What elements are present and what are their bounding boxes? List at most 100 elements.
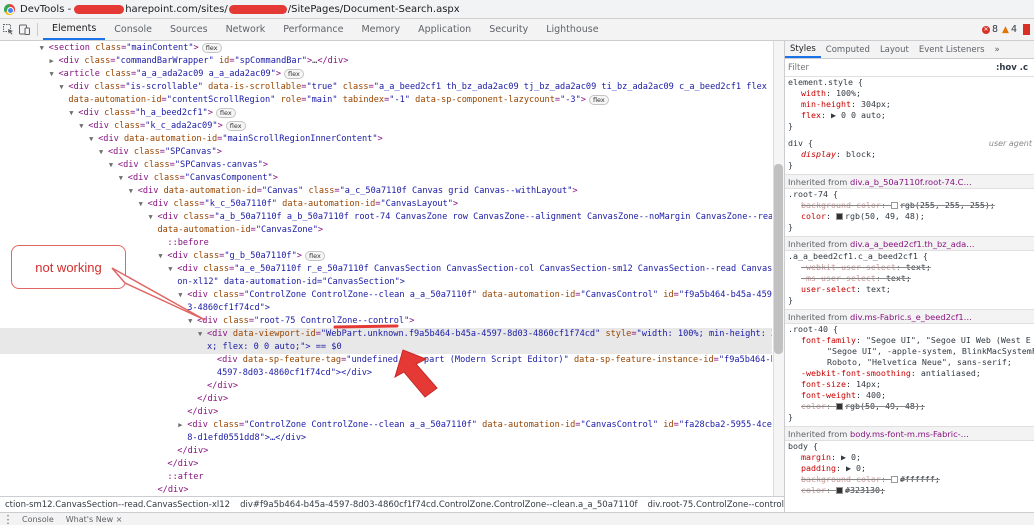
styles-tab-more[interactable]: » — [990, 41, 1005, 58]
dom-node-line[interactable]: ▶ <div class="ControlZone ControlZone--cl… — [0, 419, 772, 432]
styles-tab-layout[interactable]: Layout — [875, 41, 914, 58]
styles-tab-styles[interactable]: Styles — [785, 41, 821, 58]
drawer-tab-whats-new[interactable]: What's New × — [60, 515, 129, 524]
rule-selector[interactable]: .root-40 { — [785, 324, 1034, 335]
dom-node-line[interactable]: 3-4860cf1f74cd"> — [0, 302, 772, 315]
color-swatch[interactable] — [835, 213, 843, 220]
dom-node-line[interactable]: data-automation-id="CanvasZone"> — [0, 224, 772, 237]
dom-node-line[interactable]: </div> — [0, 406, 772, 419]
flex-badge[interactable]: flex — [201, 42, 222, 53]
tab-elements[interactable]: Elements — [43, 19, 106, 40]
color-swatch[interactable] — [835, 487, 843, 494]
expand-toggle-icon[interactable]: ▶ — [178, 419, 187, 432]
breadcrumb-item[interactable]: div#f9a5b464-b45a-4597-8d03-4860cf1f74cd… — [235, 500, 642, 510]
rule-selector[interactable]: .a_a_beed2cf1.c_a_beed2cf1 { — [785, 251, 1034, 262]
dom-node-line[interactable]: </div> — [0, 458, 772, 471]
flex-badge[interactable]: flex — [588, 94, 609, 105]
dom-node-line[interactable]: 8-d1efd0551dd8">…</div> — [0, 432, 772, 445]
style-property[interactable]: color: rgb(50, 49, 48); — [785, 211, 1034, 222]
flex-badge[interactable]: flex — [215, 107, 236, 118]
expand-toggle-icon[interactable]: ▼ — [69, 107, 78, 120]
style-property[interactable]: font-size: 14px; — [785, 379, 1034, 390]
inherited-selector-link[interactable]: div.a_b_50a7110f.root-74.C… — [850, 177, 972, 187]
style-property[interactable]: min-height: 304px; — [785, 99, 1034, 110]
styles-filter-input[interactable] — [785, 62, 996, 73]
selected-dom-node[interactable]: x; flex: 0 0 auto;"> == $0 — [0, 341, 772, 354]
tab-memory[interactable]: Memory — [352, 19, 409, 40]
tab-application[interactable]: Application — [409, 19, 480, 40]
style-property[interactable]: background-color: rgb(255, 255, 255); — [785, 200, 1034, 211]
selected-dom-node[interactable]: ▼ <div data-viewport-id="WebPart.unknown.… — [0, 328, 772, 341]
style-property[interactable]: background-color: #ffffff; — [785, 474, 1034, 485]
breadcrumb-item[interactable]: ction-sm12.CanvasSection--read.CanvasSec… — [0, 500, 235, 510]
style-property[interactable]: margin: ▶ 0; — [785, 452, 1034, 463]
style-property[interactable]: -ms-user-select: text; — [785, 273, 1034, 284]
style-property[interactable]: padding: ▶ 0; — [785, 463, 1034, 474]
rule-selector[interactable]: element.style { — [785, 77, 1034, 88]
style-property[interactable]: color: rgb(50, 49, 48); — [785, 401, 1034, 412]
dom-node-line[interactable]: ▼ <div class="a_b_50a7110f a_b_50a7110f r… — [0, 211, 773, 224]
dom-node-line[interactable]: <div data-sp-feature-tag="undefined web … — [0, 354, 772, 367]
flex-badge[interactable]: flex — [225, 120, 246, 131]
style-property[interactable]: user-select: text; — [785, 284, 1034, 295]
dom-node-line[interactable]: ▼ <div class="CanvasComponent"> — [0, 172, 772, 185]
dom-node-line[interactable]: </div> — [0, 445, 772, 458]
tab-performance[interactable]: Performance — [274, 19, 352, 40]
tab-console[interactable]: Console — [105, 19, 161, 40]
expand-toggle-icon[interactable]: ▼ — [168, 263, 177, 276]
expand-toggle-icon[interactable]: ▼ — [119, 172, 128, 185]
expand-toggle-icon[interactable]: ▼ — [139, 198, 148, 211]
styles-tab-computed[interactable]: Computed — [821, 41, 875, 58]
style-property[interactable]: font-family: "Segoe UI", "Segoe UI Web (… — [785, 335, 1034, 346]
style-property[interactable]: font-weight: 400; — [785, 390, 1034, 401]
dom-node-line[interactable]: ▼ <div data-automation-id="mainScrollRegi… — [0, 133, 772, 146]
style-property[interactable]: color: #323130; — [785, 485, 1034, 496]
dom-node-line[interactable]: ▼ <div class="h_a_beed2cf1"> flex — [0, 107, 772, 120]
dom-node-line[interactable]: </div> — [0, 484, 772, 496]
expand-toggle-icon[interactable]: ▼ — [79, 120, 88, 133]
expand-toggle-icon[interactable]: ▼ — [149, 211, 158, 224]
issue-counters[interactable]: ✕ 8 ▲ 4 — [981, 19, 1034, 40]
style-property[interactable]: display: block; — [785, 149, 1034, 160]
color-swatch[interactable] — [890, 202, 898, 209]
dom-node-line[interactable]: ▼ <div class="SPCanvas"> — [0, 146, 772, 159]
dom-node-line[interactable]: ▼ <div class="root-75 ControlZone--contro… — [0, 315, 772, 328]
style-property[interactable]: width: 100%; — [785, 88, 1034, 99]
expand-toggle-icon[interactable]: ▼ — [89, 133, 98, 146]
expand-toggle-icon[interactable]: ▼ — [188, 315, 197, 328]
tab-network[interactable]: Network — [217, 19, 275, 40]
dom-node-line[interactable]: ▼ <div class="k_c_50a7110f" data-automati… — [0, 198, 772, 211]
inherited-selector-link[interactable]: div.ms-Fabric.s_e_beed2cf1… — [850, 312, 972, 322]
tab-sources[interactable]: Sources — [161, 19, 217, 40]
elements-scrollbar-thumb[interactable] — [774, 164, 783, 354]
hov-toggle[interactable]: :hov .c — [996, 63, 1034, 73]
dom-node-line[interactable]: ▶ <div class="commandBarWrapper" id="spCo… — [0, 55, 772, 68]
dom-node-line[interactable]: ▼ <div class="is-scrollable" data-is-scro… — [0, 81, 772, 94]
inherited-selector-link[interactable]: body.ms-font-m.ms-Fabric-… — [850, 429, 969, 439]
flex-badge[interactable]: flex — [284, 68, 304, 79]
flex-badge[interactable]: flex — [304, 250, 325, 261]
rule-selector[interactable]: body { — [785, 441, 1034, 452]
expand-toggle-icon[interactable]: ▼ — [109, 159, 118, 172]
device-toolbar-icon[interactable] — [16, 19, 32, 40]
drawer-tab-console[interactable]: Console — [16, 515, 60, 524]
style-property[interactable]: -webkit-user-select: text; — [785, 262, 1034, 273]
dom-node-line[interactable]: ▼ <div class="k_c_ada2ac09"> flex — [0, 120, 772, 133]
color-swatch[interactable] — [835, 403, 843, 410]
inherited-selector-link[interactable]: div.a_a_beed2cf1.th_bz_ada… — [850, 239, 975, 249]
dom-node-line[interactable]: ▼ <div data-automation-id="Canvas" class=… — [0, 185, 772, 198]
dom-node-line[interactable]: </div> — [0, 380, 772, 393]
expand-toggle-icon[interactable]: ▼ — [40, 42, 49, 55]
rule-selector[interactable]: user agent div { — [785, 138, 1034, 149]
expand-toggle-icon[interactable]: ▼ — [50, 68, 59, 81]
tab-lighthouse[interactable]: Lighthouse — [537, 19, 607, 40]
dom-node-line[interactable]: </div> — [0, 393, 772, 406]
expand-toggle-icon[interactable]: ▼ — [198, 328, 207, 341]
dom-node-line[interactable]: ▼ <div class="ControlZone ControlZone--cl… — [0, 289, 772, 302]
dom-node-line[interactable]: ▼ <section class="mainContent"> flex — [0, 42, 772, 55]
dom-node-line[interactable]: ▼ <div class="SPCanvas-canvas"> — [0, 159, 772, 172]
dom-node-line[interactable]: data-automation-id="contentScrollRegion"… — [0, 94, 772, 107]
inspect-element-icon[interactable] — [0, 19, 16, 40]
expand-toggle-icon[interactable]: ▼ — [129, 185, 138, 198]
tab-security[interactable]: Security — [480, 19, 537, 40]
